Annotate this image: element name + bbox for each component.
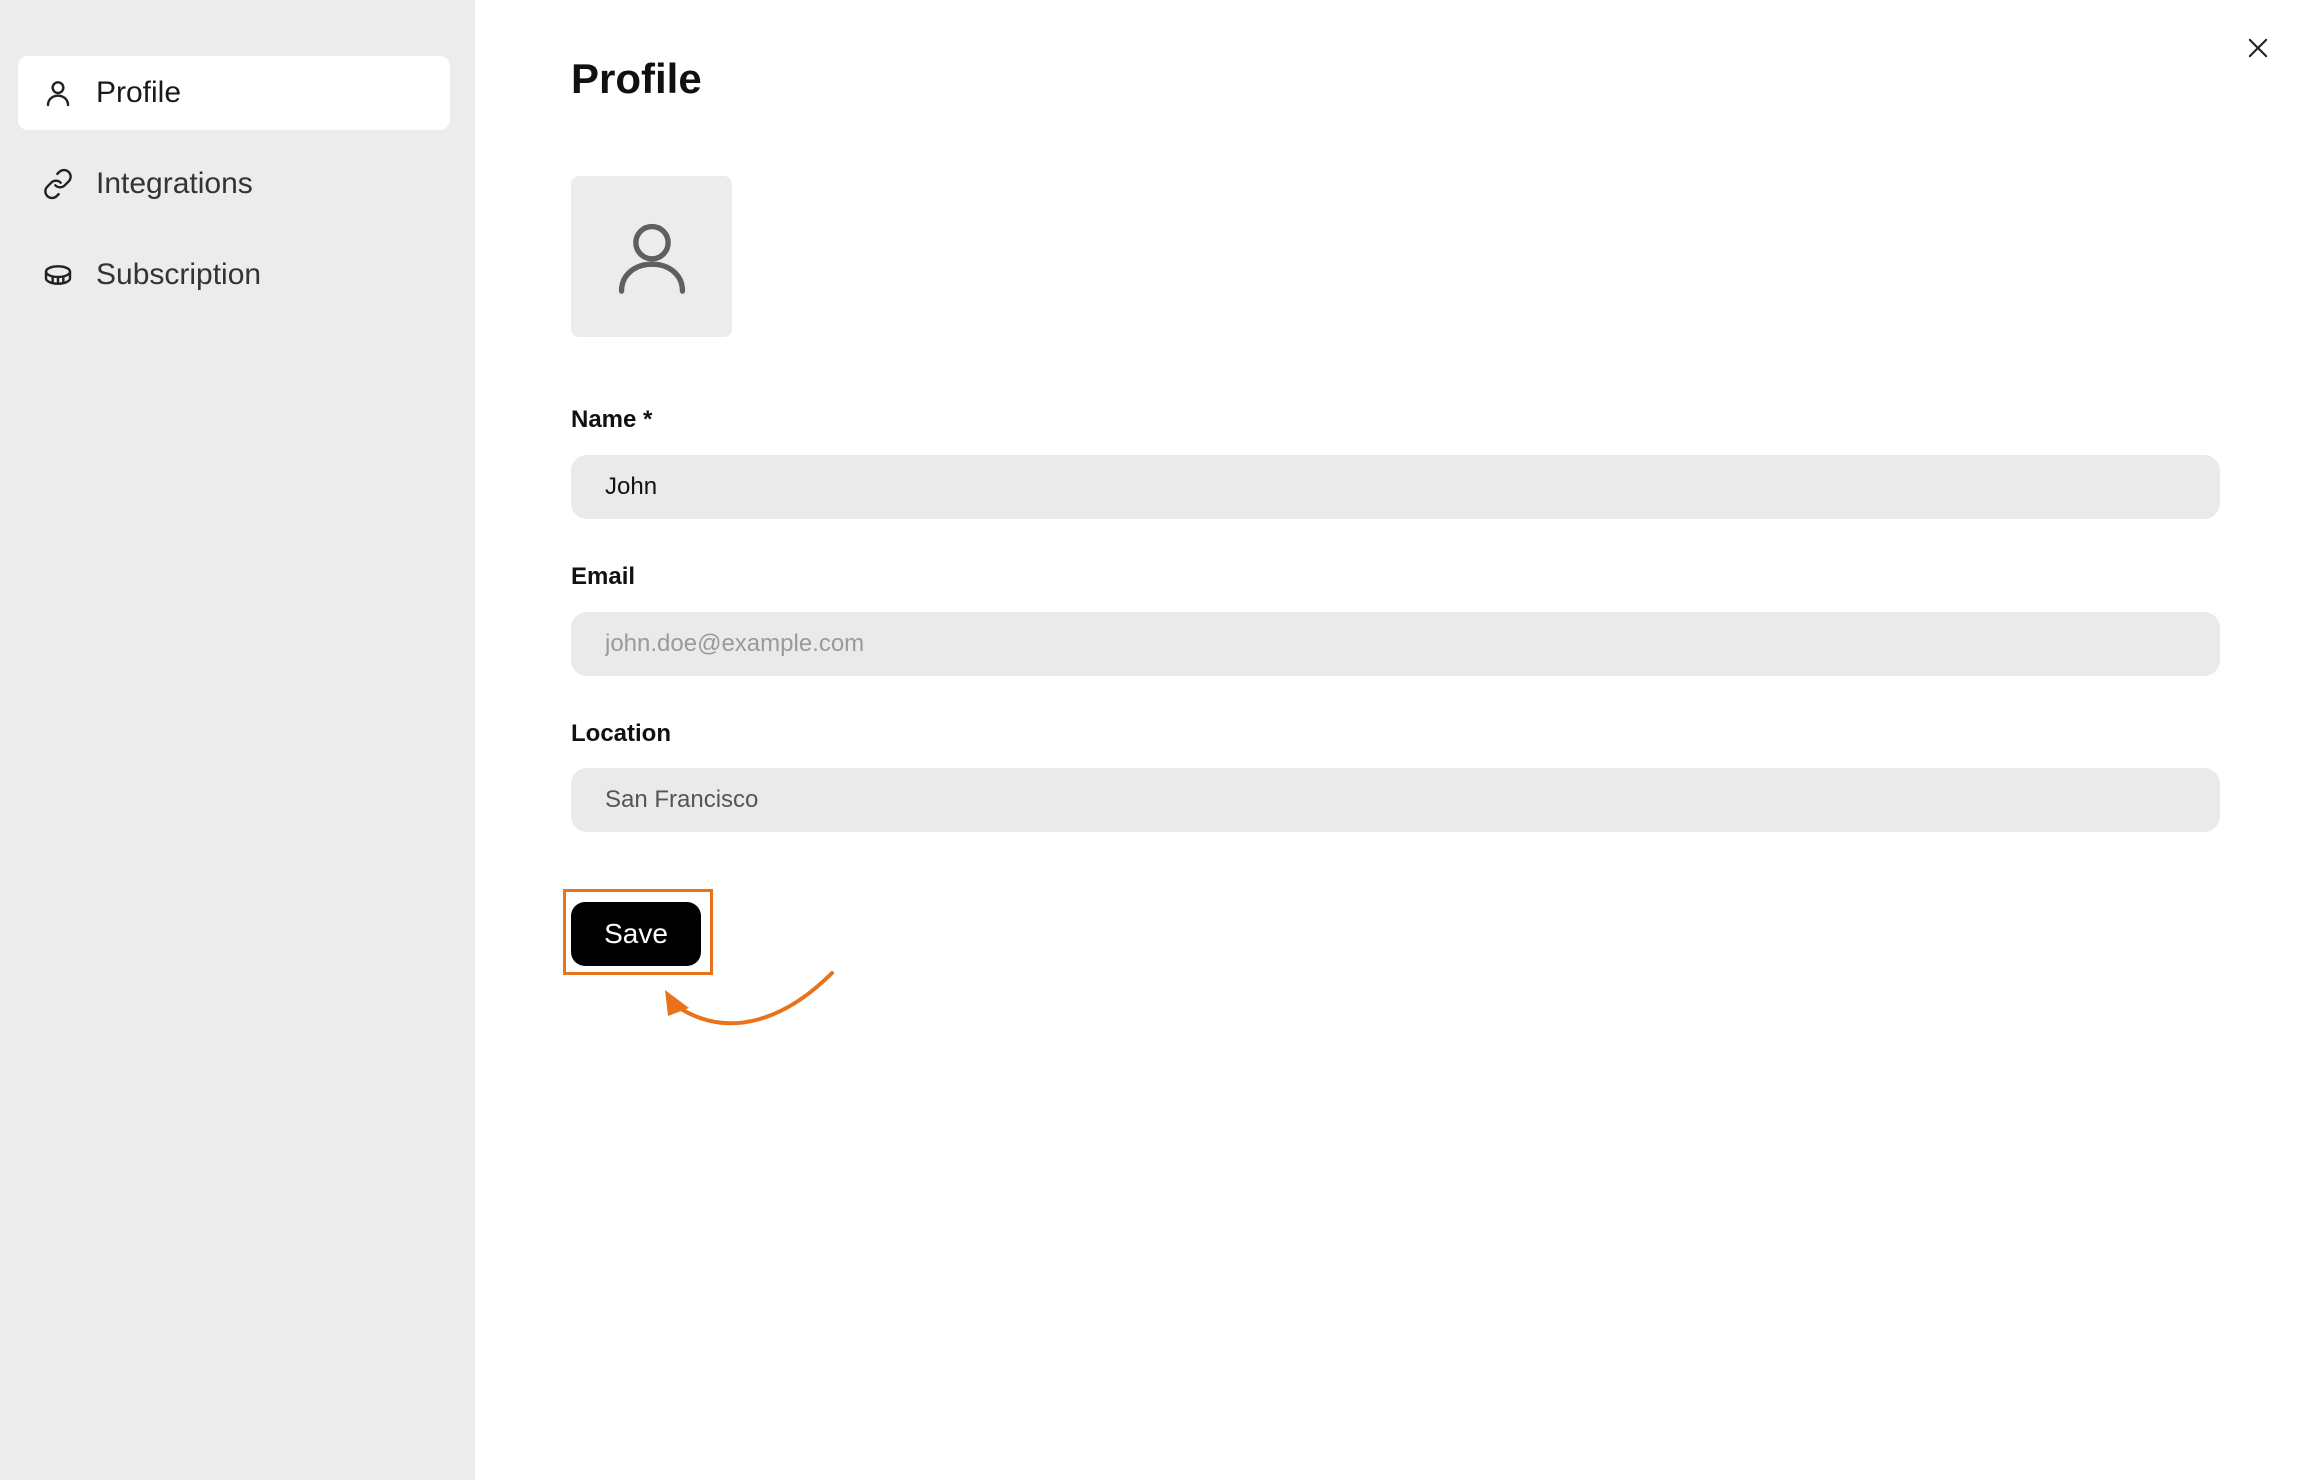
user-icon — [42, 77, 74, 109]
email-field[interactable] — [571, 612, 2220, 676]
save-button[interactable]: Save — [571, 902, 701, 966]
sidebar-item-label: Integrations — [96, 167, 253, 200]
avatar[interactable] — [571, 176, 732, 337]
sidebar-item-integrations[interactable]: Integrations — [18, 147, 450, 221]
location-field[interactable] — [571, 768, 2220, 832]
sidebar-item-profile[interactable]: Profile — [18, 56, 450, 130]
link-icon — [42, 168, 74, 200]
location-label: Location — [571, 720, 671, 747]
user-placeholder-icon — [609, 214, 695, 300]
sidebar-item-label: Profile — [96, 76, 182, 109]
email-label: Email — [571, 563, 636, 590]
close-icon — [2244, 34, 2272, 62]
sidebar-item-label: Subscription — [96, 258, 262, 291]
name-label: Name * — [571, 406, 653, 433]
coin-icon — [42, 259, 74, 291]
sidebar: Profile Integrations Subscription — [0, 0, 475, 1480]
settings-window: Profile Integrations Subscription Profil… — [0, 0, 2300, 1480]
page-title: Profile — [571, 55, 702, 102]
sidebar-item-subscription[interactable]: Subscription — [18, 238, 450, 312]
close-button[interactable] — [2240, 30, 2276, 66]
name-field[interactable] — [571, 455, 2220, 519]
